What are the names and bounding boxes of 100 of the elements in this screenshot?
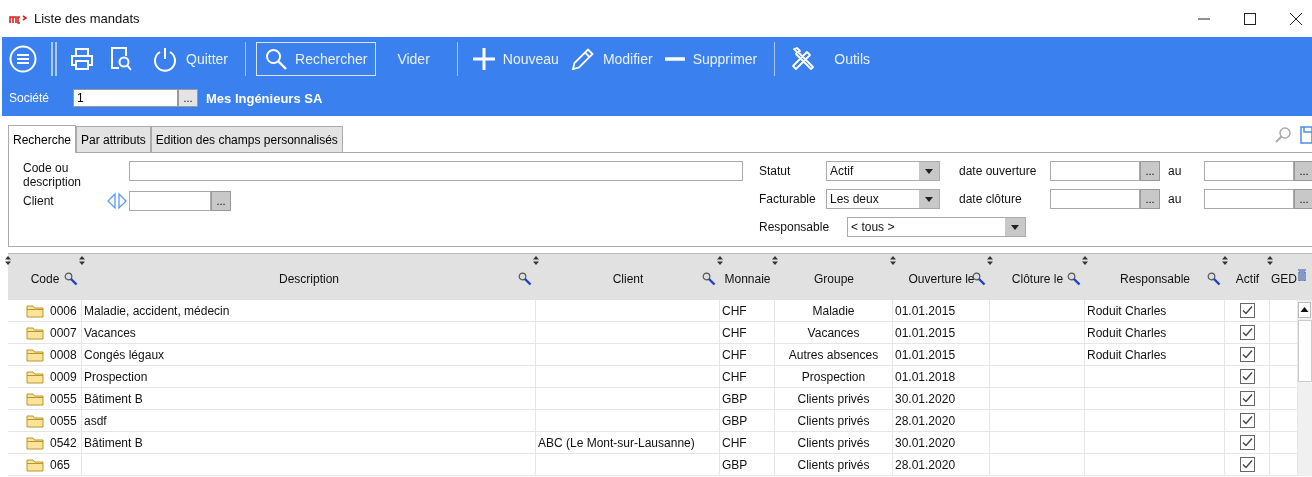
tab[interactable]: Par attributs <box>76 126 151 152</box>
table-cell: 30.01.2020 <box>895 391 956 406</box>
menu-icon[interactable] <box>9 44 37 73</box>
scrollbar[interactable] <box>1298 300 1312 476</box>
column-header[interactable]: Code <box>30 272 60 286</box>
date-field[interactable] <box>1050 161 1140 181</box>
sort-icon[interactable] <box>987 256 993 265</box>
folder-icon <box>26 369 44 384</box>
table-cell: Congés légaux <box>84 347 165 362</box>
field-label: au <box>1167 163 1183 180</box>
magnifier-icon[interactable] <box>64 272 78 286</box>
tab[interactable]: Edition des champs personnalisés <box>150 126 343 152</box>
checkbox[interactable] <box>1239 369 1255 384</box>
printer-icon[interactable] <box>69 46 95 71</box>
folder-icon <box>26 457 44 472</box>
column-header[interactable]: Actif <box>1235 272 1260 286</box>
folder-icon <box>26 303 44 318</box>
table-cell: Roduit Charles <box>1087 303 1167 318</box>
table-cell: CHF <box>722 369 747 384</box>
table-cell: CHF <box>722 435 747 450</box>
table-cell: Prospection <box>84 369 148 384</box>
table-cell: 0542 <box>50 435 77 450</box>
print-preview-icon[interactable] <box>109 45 133 72</box>
table-cell: Maladie <box>812 303 855 318</box>
scroll-up-icon[interactable] <box>1298 302 1311 318</box>
billable-dropdown[interactable]: Les deux <box>826 189 940 209</box>
magnifier-icon[interactable] <box>1207 272 1221 286</box>
checkbox[interactable] <box>1239 457 1255 472</box>
checkbox[interactable] <box>1239 303 1255 318</box>
column-header[interactable]: Responsable <box>1119 272 1191 286</box>
save-icon[interactable] <box>1300 126 1312 144</box>
table-cell: Clients privés <box>797 413 870 428</box>
tools-icon <box>790 45 817 72</box>
table-cell: 0009 <box>50 369 77 384</box>
company-field[interactable]: 1 <box>73 89 178 107</box>
column-header[interactable]: Ouverture le <box>908 272 975 286</box>
folder-icon <box>26 435 44 450</box>
column-header[interactable]: Monnaie <box>724 272 771 286</box>
date-field[interactable] <box>1204 161 1294 181</box>
column-header[interactable]: GED <box>1271 272 1297 286</box>
picker-button[interactable]: ... <box>178 89 198 107</box>
table-cell: 28.01.2020 <box>895 457 956 472</box>
sort-icon[interactable] <box>1267 256 1273 265</box>
field-label: date clôture <box>958 191 1023 208</box>
table-cell: Bâtiment B <box>84 435 143 450</box>
field-label: Statut <box>759 163 792 180</box>
scroll-thumb[interactable] <box>1298 320 1312 382</box>
checkbox[interactable] <box>1239 347 1255 362</box>
app-logo-icon <box>9 13 27 24</box>
picker-button[interactable]: ... <box>211 191 231 211</box>
table-cell: 30.01.2020 <box>895 435 956 450</box>
field-label: Code ou description <box>23 161 83 189</box>
company-name: Mes Ingénieurs SA <box>206 90 323 106</box>
column-header[interactable]: Description <box>279 272 339 286</box>
table-cell: Bâtiment B <box>84 391 143 406</box>
folder-icon <box>26 347 44 362</box>
column-header[interactable]: Client <box>612 272 644 286</box>
table-cell: Vacances <box>807 325 860 340</box>
sort-icon[interactable] <box>5 256 11 265</box>
checkbox[interactable] <box>1239 435 1255 450</box>
code-field[interactable] <box>129 161 743 181</box>
table-cell: Maladie, accident, médecin <box>84 303 230 318</box>
picker-button[interactable]: ... <box>1140 189 1160 209</box>
magnifier-icon[interactable] <box>518 272 532 286</box>
sort-icon[interactable] <box>79 256 85 265</box>
table-cell: ABC (Le Mont-sur-Lausanne) <box>538 435 695 450</box>
maximize-icon[interactable] <box>1244 12 1256 25</box>
magnifier-icon[interactable] <box>972 272 986 286</box>
close-icon[interactable] <box>1290 12 1302 25</box>
sort-icon[interactable] <box>533 256 539 265</box>
checkbox[interactable] <box>1239 391 1255 406</box>
date-field[interactable] <box>1050 189 1140 209</box>
checkbox[interactable] <box>1239 413 1255 428</box>
magnifier-icon[interactable] <box>1067 272 1081 286</box>
double-triangle-icon[interactable] <box>107 192 127 210</box>
sort-icon[interactable] <box>1082 256 1088 265</box>
magnifier-icon[interactable] <box>702 272 716 286</box>
sort-icon[interactable] <box>890 256 896 265</box>
picker-button[interactable]: ... <box>1294 161 1312 181</box>
checkbox[interactable] <box>1239 325 1255 340</box>
manager-dropdown[interactable]: < tous > <box>847 217 1027 237</box>
tab[interactable]: Recherche <box>8 125 77 153</box>
sort-icon[interactable] <box>772 256 778 265</box>
sort-icon[interactable] <box>717 256 723 265</box>
field-label: Client <box>23 193 55 210</box>
picker-button[interactable]: ... <box>1140 161 1160 181</box>
table-cell: Roduit Charles <box>1087 347 1167 362</box>
sort-icon[interactable] <box>1222 256 1228 265</box>
table-cell: Vacances <box>84 325 136 340</box>
picker-button[interactable]: ... <box>1294 189 1312 209</box>
minus-icon <box>664 55 685 62</box>
table-cell: Prospection <box>801 369 866 384</box>
client-field[interactable] <box>129 191 211 211</box>
column-header[interactable]: Clôture le <box>1011 272 1064 286</box>
date-field[interactable] <box>1204 189 1294 209</box>
table-cell: 28.01.2020 <box>895 413 956 428</box>
column-header[interactable]: Groupe <box>814 272 854 286</box>
folder-icon <box>26 391 44 406</box>
status-dropdown[interactable]: Actif <box>826 161 940 181</box>
window-title: Liste des mandats <box>34 11 140 26</box>
